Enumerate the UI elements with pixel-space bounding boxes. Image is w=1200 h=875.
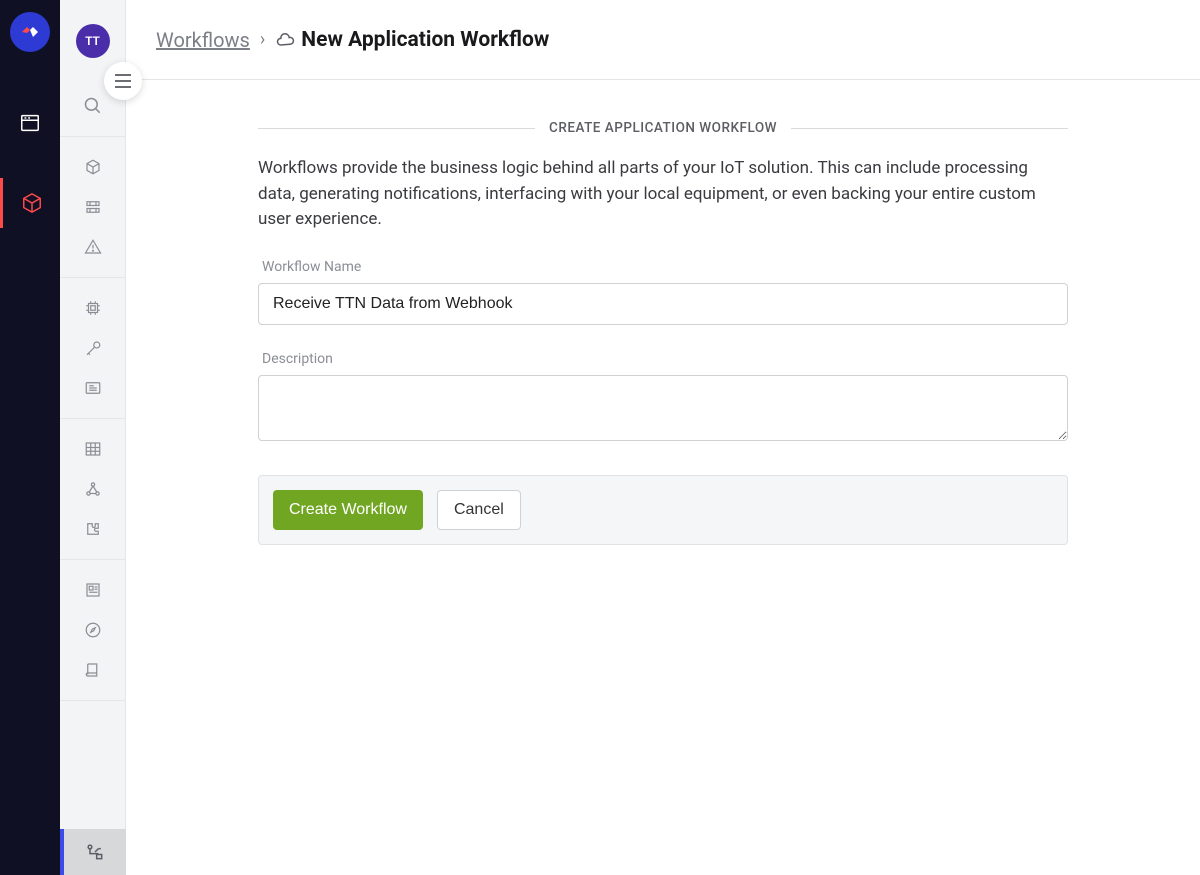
webhook-icon: [84, 480, 102, 498]
breadcrumb-separator: ›: [260, 29, 265, 50]
sidebar-item-chip[interactable]: [60, 288, 126, 328]
news-icon: [84, 379, 102, 397]
sidebar-item-docs[interactable]: [60, 650, 126, 690]
logo-icon: [19, 21, 41, 43]
app-logo[interactable]: [10, 12, 50, 52]
compass-icon: [84, 621, 102, 639]
divider: [60, 277, 125, 278]
breadcrumb-current: New Application Workflow: [275, 28, 549, 52]
main-area: Workflows › New Application Workflow CRE…: [126, 0, 1200, 875]
user-avatar[interactable]: TT: [76, 24, 110, 58]
description-input[interactable]: [258, 375, 1068, 441]
warning-icon: [84, 238, 102, 256]
create-workflow-button[interactable]: Create Workflow: [273, 490, 423, 530]
breadcrumb-current-text: New Application Workflow: [301, 28, 549, 52]
cancel-button[interactable]: Cancel: [437, 490, 521, 530]
sidebar-item-integrations[interactable]: [60, 509, 126, 549]
intro-text: Workflows provide the business logic beh…: [258, 156, 1068, 233]
rail-item-dashboard[interactable]: [0, 98, 60, 148]
top-bar: Workflows › New Application Workflow: [126, 0, 1200, 80]
search-icon: [83, 96, 103, 116]
dashboard-icon: [19, 112, 41, 134]
divider: [60, 559, 125, 560]
sidebar-item-table[interactable]: [60, 429, 126, 469]
secondary-sidebar: TT: [60, 0, 126, 875]
puzzle-icon: [84, 520, 102, 538]
sidebar-item-alerts[interactable]: [60, 227, 126, 267]
primary-nav-rail: [0, 0, 60, 875]
sidebar-item-keys[interactable]: [60, 328, 126, 368]
box-icon: [21, 192, 43, 214]
sidebar-item-cube[interactable]: [60, 147, 126, 187]
divider: [60, 418, 125, 419]
divider: [60, 700, 125, 701]
sidebar-item-news[interactable]: [60, 368, 126, 408]
workflow-icon: [85, 842, 105, 862]
description-group: Description: [258, 351, 1068, 445]
hamburger-icon: [114, 74, 132, 88]
workflow-name-input[interactable]: [258, 283, 1068, 325]
divider: [60, 136, 125, 137]
cube-icon: [84, 158, 102, 176]
sidebar-item-webhook[interactable]: [60, 469, 126, 509]
description-label: Description: [262, 351, 1068, 367]
cloud-icon: [275, 32, 295, 48]
sidebar-item-blocks[interactable]: [60, 187, 126, 227]
action-panel: Create Workflow Cancel: [258, 475, 1068, 545]
book-icon: [84, 661, 102, 679]
key-icon: [83, 339, 103, 357]
workflow-name-group: Workflow Name: [258, 259, 1068, 325]
workflow-name-label: Workflow Name: [262, 259, 1068, 275]
table-icon: [84, 440, 102, 458]
blocks-icon: [84, 198, 102, 216]
sidebar-item-workflows[interactable]: [60, 829, 126, 875]
template-icon: [84, 581, 102, 599]
sidebar-item-templates[interactable]: [60, 570, 126, 610]
breadcrumb-parent[interactable]: Workflows: [156, 28, 250, 52]
sidebar-item-explore[interactable]: [60, 610, 126, 650]
hamburger-toggle[interactable]: [104, 62, 142, 100]
section-header: CREATE APPLICATION WORKFLOW: [258, 120, 1068, 136]
chip-icon: [84, 299, 102, 317]
rail-item-applications[interactable]: [0, 178, 60, 228]
content-area: CREATE APPLICATION WORKFLOW Workflows pr…: [126, 80, 1200, 875]
section-title: CREATE APPLICATION WORKFLOW: [535, 120, 791, 136]
